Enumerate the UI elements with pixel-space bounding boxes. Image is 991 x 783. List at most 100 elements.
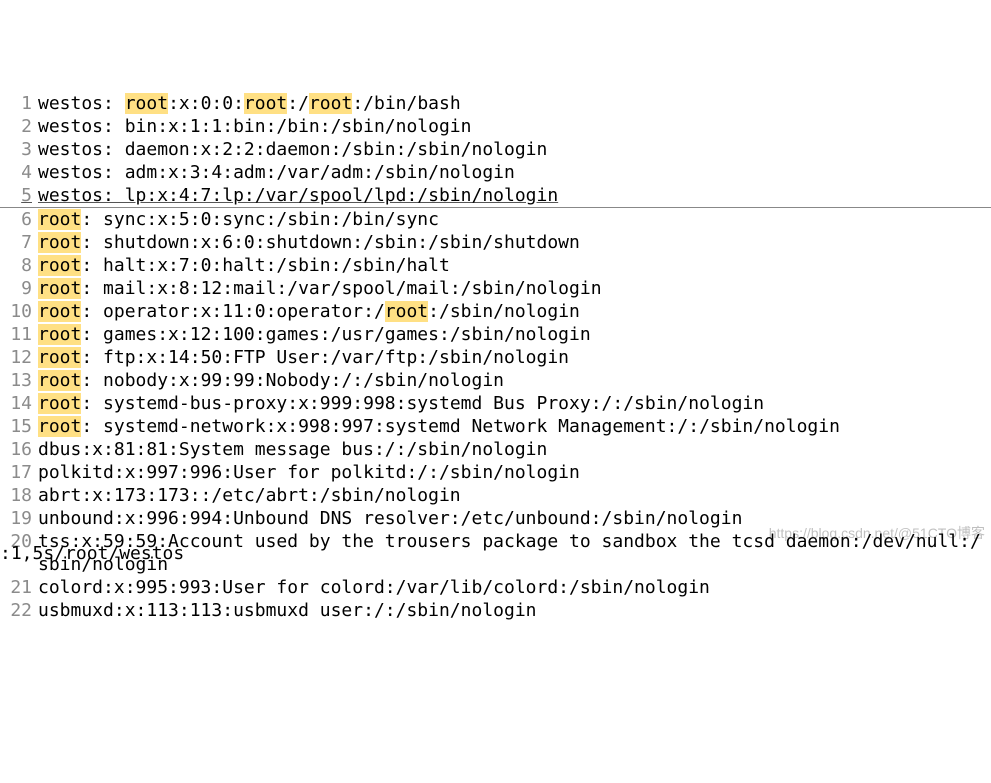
search-match: root <box>38 416 81 437</box>
line-number: 22 <box>0 599 38 622</box>
line-number: 7 <box>0 231 38 254</box>
editor-line[interactable]: 16dbus:x:81:81:System message bus:/:/sbi… <box>0 438 991 461</box>
line-content[interactable]: root: games:x:12:100:games:/usr/games:/s… <box>38 323 991 346</box>
text-segment: westos: <box>38 93 125 114</box>
editor-line[interactable]: 5westos: lp:x:4:7:lp:/var/spool/lpd:/sbi… <box>0 184 991 208</box>
text-segment: unbound:x:996:994:Unbound DNS resolver:/… <box>38 508 742 529</box>
editor-line[interactable]: 17polkitd:x:997:996:User for polkitd:/:/… <box>0 461 991 484</box>
line-content[interactable]: root: halt:x:7:0:halt:/sbin:/sbin/halt <box>38 254 991 277</box>
line-content[interactable]: root: systemd-bus-proxy:x:999:998:system… <box>38 392 991 415</box>
line-content[interactable]: westos: lp:x:4:7:lp:/var/spool/lpd:/sbin… <box>38 184 991 207</box>
text-segment: polkitd:x:997:996:User for polkitd:/:/sb… <box>38 462 580 483</box>
line-number: 11 <box>0 323 38 346</box>
line-content[interactable]: dbus:x:81:81:System message bus:/:/sbin/… <box>38 438 991 461</box>
text-segment: :/sbin/nologin <box>428 301 580 322</box>
text-segment: :/bin/bash <box>352 93 460 114</box>
search-match: root <box>244 93 287 114</box>
editor-line[interactable]: 14root: systemd-bus-proxy:x:999:998:syst… <box>0 392 991 415</box>
text-segment: :x:0:0: <box>168 93 244 114</box>
line-content[interactable]: usbmuxd:x:113:113:usbmuxd user:/:/sbin/n… <box>38 599 991 622</box>
search-match: root <box>125 93 168 114</box>
editor-line[interactable]: 11root: games:x:12:100:games:/usr/games:… <box>0 323 991 346</box>
line-content[interactable]: westos: adm:x:3:4:adm:/var/adm:/sbin/nol… <box>38 161 991 184</box>
line-number: 3 <box>0 138 38 161</box>
line-number: 14 <box>0 392 38 415</box>
line-content[interactable]: polkitd:x:997:996:User for polkitd:/:/sb… <box>38 461 991 484</box>
search-match: root <box>38 255 81 276</box>
text-segment: usbmuxd:x:113:113:usbmuxd user:/:/sbin/n… <box>38 600 537 621</box>
text-segment: westos: daemon:x:2:2:daemon:/sbin:/sbin/… <box>38 139 547 160</box>
text-segment: westos: adm:x:3:4:adm:/var/adm:/sbin/nol… <box>38 162 515 183</box>
line-number: 9 <box>0 277 38 300</box>
line-number: 4 <box>0 161 38 184</box>
text-segment: : ftp:x:14:50:FTP User:/var/ftp:/sbin/no… <box>81 347 569 368</box>
watermark-text: https://blog.csdn.net/@51CTO博客 <box>769 522 985 545</box>
line-content[interactable]: westos: root:x:0:0:root:/root:/bin/bash <box>38 92 991 115</box>
editor-line[interactable]: 15root: systemd-network:x:998:997:system… <box>0 415 991 438</box>
text-segment: : shutdown:x:6:0:shutdown:/sbin:/sbin/sh… <box>81 232 580 253</box>
editor-line[interactable]: 1westos: root:x:0:0:root:/root:/bin/bash <box>0 92 991 115</box>
line-content[interactable]: root: nobody:x:99:99:Nobody:/:/sbin/nolo… <box>38 369 991 392</box>
search-match: root <box>38 393 81 414</box>
line-number: 13 <box>0 369 38 392</box>
line-number: 5 <box>0 184 38 207</box>
line-content[interactable]: root: operator:x:11:0:operator:/root:/sb… <box>38 300 991 323</box>
editor-line[interactable]: 22usbmuxd:x:113:113:usbmuxd user:/:/sbin… <box>0 599 991 622</box>
editor-line[interactable]: 8root: halt:x:7:0:halt:/sbin:/sbin/halt <box>0 254 991 277</box>
line-number: 2 <box>0 115 38 138</box>
search-match: root <box>38 232 81 253</box>
text-segment: : nobody:x:99:99:Nobody:/:/sbin/nologin <box>81 370 504 391</box>
text-segment: abrt:x:173:173::/etc/abrt:/sbin/nologin <box>38 485 461 506</box>
editor-line[interactable]: 9root: mail:x:8:12:mail:/var/spool/mail:… <box>0 277 991 300</box>
line-content[interactable]: colord:x:995:993:User for colord:/var/li… <box>38 576 991 599</box>
search-match: root <box>38 209 81 230</box>
line-number: 1 <box>0 92 38 115</box>
text-segment: : operator:x:11:0:operator:/ <box>81 301 384 322</box>
line-content[interactable]: root: sync:x:5:0:sync:/sbin:/bin/sync <box>38 208 991 231</box>
editor-line[interactable]: 13root: nobody:x:99:99:Nobody:/:/sbin/no… <box>0 369 991 392</box>
line-content[interactable]: westos: daemon:x:2:2:daemon:/sbin:/sbin/… <box>38 138 991 161</box>
line-number: 16 <box>0 438 38 461</box>
text-segment: dbus:x:81:81:System message bus:/:/sbin/… <box>38 439 547 460</box>
line-number: 15 <box>0 415 38 438</box>
text-segment: westos: bin:x:1:1:bin:/bin:/sbin/nologin <box>38 116 471 137</box>
text-segment: : systemd-bus-proxy:x:999:998:systemd Bu… <box>81 393 764 414</box>
text-segment: : sync:x:5:0:sync:/sbin:/bin/sync <box>81 209 439 230</box>
editor-line[interactable]: 6root: sync:x:5:0:sync:/sbin:/bin/sync <box>0 208 991 231</box>
line-content[interactable]: root: ftp:x:14:50:FTP User:/var/ftp:/sbi… <box>38 346 991 369</box>
line-content[interactable]: abrt:x:173:173::/etc/abrt:/sbin/nologin <box>38 484 991 507</box>
vim-command-line[interactable]: :1,5s/root/westos <box>0 542 184 565</box>
line-content[interactable]: westos: bin:x:1:1:bin:/bin:/sbin/nologin <box>38 115 991 138</box>
line-number: 17 <box>0 461 38 484</box>
text-segment: : systemd-network:x:998:997:systemd Netw… <box>81 416 840 437</box>
search-match: root <box>309 93 352 114</box>
editor-line[interactable]: 4westos: adm:x:3:4:adm:/var/adm:/sbin/no… <box>0 161 991 184</box>
text-segment: colord:x:995:993:User for colord:/var/li… <box>38 577 710 598</box>
editor-line[interactable]: 2westos: bin:x:1:1:bin:/bin:/sbin/nologi… <box>0 115 991 138</box>
search-match: root <box>385 301 428 322</box>
editor-line[interactable]: 3westos: daemon:x:2:2:daemon:/sbin:/sbin… <box>0 138 991 161</box>
line-number: 12 <box>0 346 38 369</box>
text-segment: westos: lp:x:4:7:lp:/var/spool/lpd:/sbin… <box>38 185 558 206</box>
line-number: 18 <box>0 484 38 507</box>
line-number: 10 <box>0 300 38 323</box>
search-match: root <box>38 301 81 322</box>
line-number: 21 <box>0 576 38 599</box>
search-match: root <box>38 324 81 345</box>
editor-line[interactable]: 18abrt:x:173:173::/etc/abrt:/sbin/nologi… <box>0 484 991 507</box>
line-content[interactable]: root: mail:x:8:12:mail:/var/spool/mail:/… <box>38 277 991 300</box>
line-number: 6 <box>0 208 38 231</box>
text-segment: :/ <box>287 93 309 114</box>
line-content[interactable]: root: shutdown:x:6:0:shutdown:/sbin:/sbi… <box>38 231 991 254</box>
text-segment: : mail:x:8:12:mail:/var/spool/mail:/sbin… <box>81 278 601 299</box>
editor-line[interactable]: 12root: ftp:x:14:50:FTP User:/var/ftp:/s… <box>0 346 991 369</box>
search-match: root <box>38 347 81 368</box>
editor-line[interactable]: 21colord:x:995:993:User for colord:/var/… <box>0 576 991 599</box>
line-number: 19 <box>0 507 38 530</box>
editor-line[interactable]: 7root: shutdown:x:6:0:shutdown:/sbin:/sb… <box>0 231 991 254</box>
search-match: root <box>38 278 81 299</box>
editor-line[interactable]: 10root: operator:x:11:0:operator:/root:/… <box>0 300 991 323</box>
search-match: root <box>38 370 81 391</box>
text-segment: : games:x:12:100:games:/usr/games:/sbin/… <box>81 324 590 345</box>
line-content[interactable]: root: systemd-network:x:998:997:systemd … <box>38 415 991 438</box>
